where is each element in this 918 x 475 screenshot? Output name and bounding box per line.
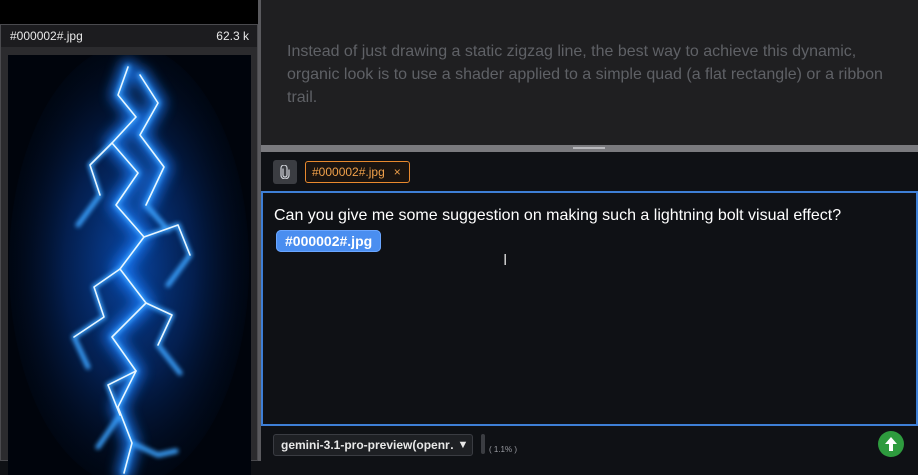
model-select[interactable]: gemini-3.1-pro-preview(openr… ▼ [273,434,473,456]
up-arrow-icon [885,437,897,451]
message-editor[interactable]: Can you give me some suggestion on makin… [261,191,918,426]
attachment-chip-label: #000002#.jpg [312,165,385,179]
previous-message-text: Instead of just drawing a static zigzag … [287,43,883,106]
file-size: 62.3 k [216,29,249,43]
send-button[interactable] [878,431,904,457]
inline-file-tag[interactable]: #000002#.jpg [276,230,382,252]
resize-splitter[interactable] [261,145,918,152]
paperclip-icon [280,165,290,179]
file-preview-panel: #000002#.jpg 62.3 k [0,0,258,475]
splitter-grip[interactable] [573,147,605,149]
lightning-image [8,55,251,475]
model-label: gemini-3.1-pro-preview(openr… [281,438,454,452]
file-card[interactable]: #000002#.jpg 62.3 k [0,24,258,475]
composer-toolbar: gemini-3.1-pro-preview(openr… ▼ ( 1.1% ) [261,426,918,461]
previous-message: Instead of just drawing a static zigzag … [261,0,918,145]
lightning-thumbnail[interactable] [8,55,251,475]
attach-button[interactable] [273,160,297,184]
context-usage-text: ( 1.1% ) [489,445,518,454]
composer: #000002#.jpg × Can you give me some sugg… [261,152,918,461]
context-usage-bar [481,434,485,454]
file-name: #000002#.jpg [10,29,83,43]
remove-attachment-button[interactable]: × [394,165,401,179]
attachment-chip[interactable]: #000002#.jpg × [305,161,410,183]
file-header: #000002#.jpg 62.3 k [1,25,257,47]
message-text: Can you give me some suggestion on makin… [274,207,842,224]
text-cursor-icon: I [503,251,508,269]
chevron-down-icon: ▼ [457,439,469,451]
